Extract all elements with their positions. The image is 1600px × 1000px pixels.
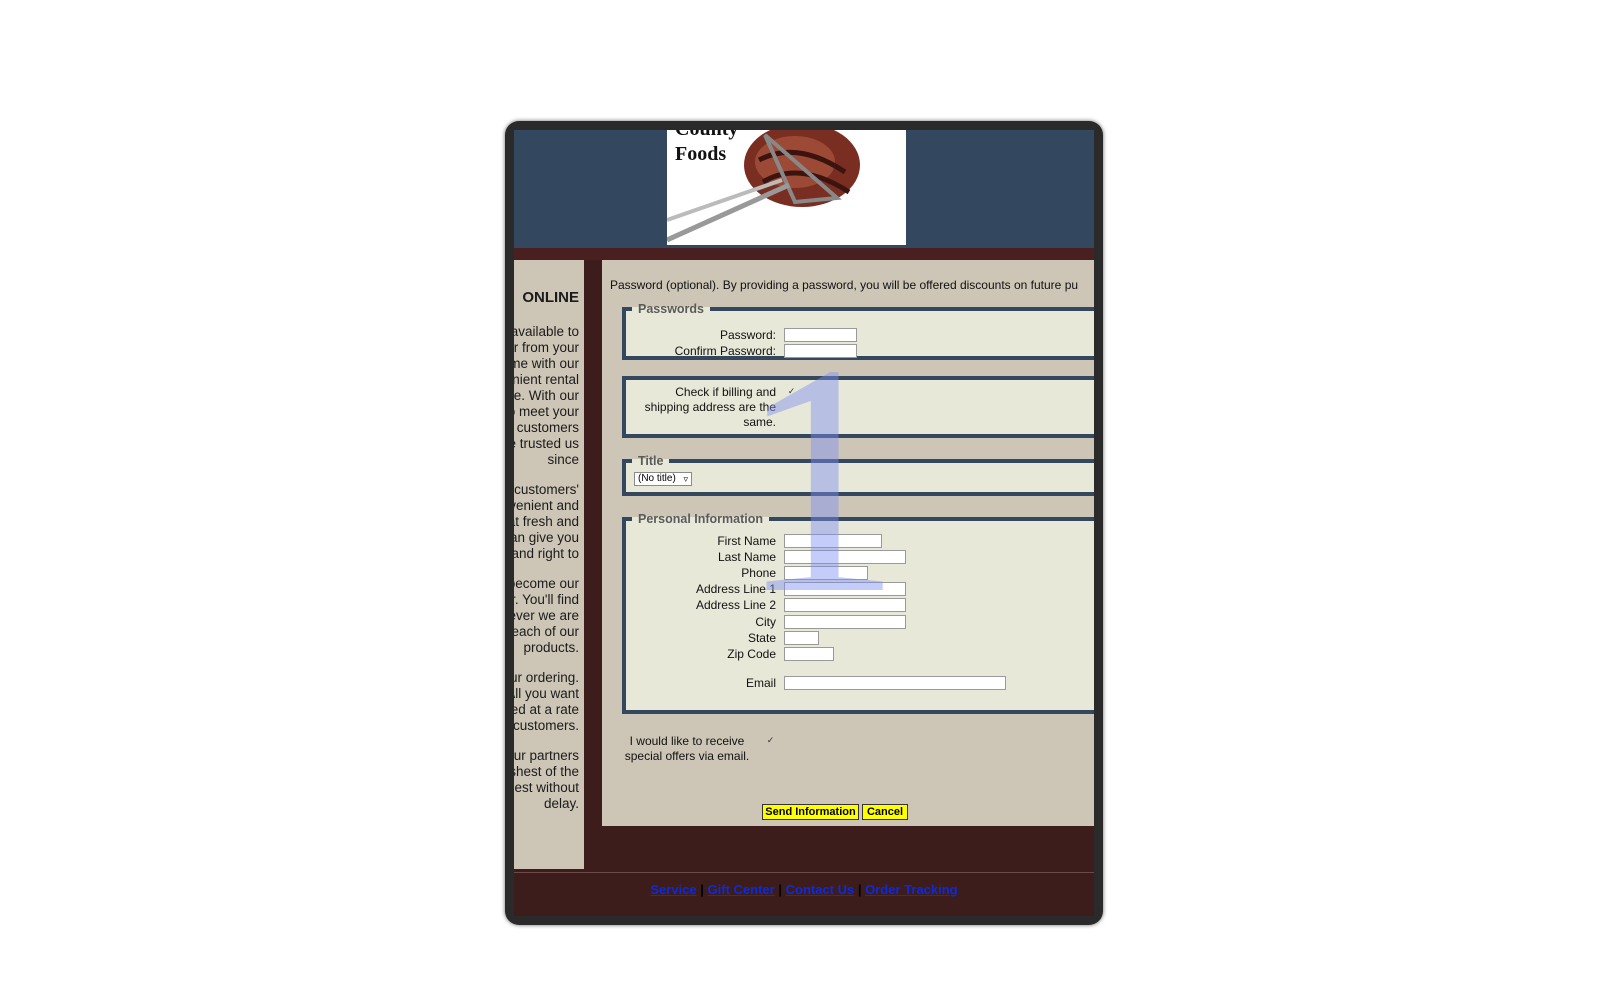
sidebar-content: ONLINE Now available to order from your … <box>514 290 579 826</box>
left-sidebar: ONLINE Now available to order from your … <box>514 260 584 869</box>
billing-label-line2: shipping address are the <box>644 400 776 414</box>
zip-code-label: Zip Code <box>727 647 776 661</box>
title-fieldset: Title (No title) ▿ <box>622 454 1094 496</box>
special-offers-label: I would like to receive special offers v… <box>622 734 752 764</box>
state-input[interactable] <box>784 631 819 645</box>
chevron-down-icon: ▿ <box>683 474 688 484</box>
special-offers-checkbox[interactable]: ✓ <box>765 735 776 746</box>
offers-label-line1: I would like to receive <box>629 734 745 748</box>
billing-same-checkbox[interactable]: ✓ <box>786 386 797 397</box>
password-input[interactable] <box>784 328 857 342</box>
city-label: City <box>755 615 776 629</box>
footer-nav: Service | Gift Center | Contact Us | Ord… <box>514 882 1094 897</box>
footer-separator: | <box>700 882 704 897</box>
footer-link-contact-us[interactable]: Contact Us <box>786 882 855 897</box>
header-band <box>514 248 1094 260</box>
confirm-password-label: Confirm Password: <box>674 344 776 358</box>
personal-info-legend: Personal Information <box>638 512 764 526</box>
email-label: Email <box>745 676 776 690</box>
steak-tongs-icon <box>667 130 860 243</box>
send-information-button[interactable]: Send Information <box>762 804 859 820</box>
cancel-button[interactable]: Cancel <box>862 804 908 820</box>
first-name-input[interactable] <box>784 534 882 548</box>
first-name-label: First Name <box>717 534 776 548</box>
state-label: State <box>747 631 776 645</box>
footer-separator: | <box>857 882 862 897</box>
title-select[interactable]: (No title) ▿ <box>634 472 692 486</box>
phone-label: Phone <box>741 566 776 580</box>
browser-window: County Foods ONLINE Now available to ord… <box>505 121 1103 925</box>
address-line1-label: Address Line 1 <box>695 582 776 596</box>
site-header: County Foods <box>514 130 1094 248</box>
password-label: Password: <box>719 328 776 342</box>
sidebar-paragraph: Our customers' convenient and great fres… <box>514 482 579 561</box>
phone-input[interactable] <box>784 566 868 580</box>
address-line2-input[interactable] <box>784 598 906 612</box>
sidebar-paragraph: Our partners freshest of the freshest wi… <box>514 748 579 811</box>
site-logo[interactable]: County Foods <box>667 130 906 245</box>
passwords-fieldset: Passwords Password: Confirm Password: <box>622 302 1094 360</box>
title-legend: Title <box>638 454 664 468</box>
footer-divider <box>514 872 1094 873</box>
email-input[interactable] <box>784 676 1006 690</box>
offers-label-line2: special offers via email. <box>624 749 750 763</box>
password-intro-text: Password (optional). By providing a pass… <box>610 278 1079 292</box>
footer-link-service[interactable]: Service <box>650 882 696 897</box>
sidebar-paragraph: Now available to order from your home wi… <box>514 324 579 467</box>
billing-label-line3: same. <box>743 415 776 429</box>
personal-info-fieldset: Personal Information First Name Last Nam… <box>622 512 1094 714</box>
last-name-label: Last Name <box>717 550 776 564</box>
sidebar-heading: ONLINE <box>522 289 579 306</box>
confirm-password-input[interactable] <box>784 344 857 358</box>
registration-form: Password (optional). By providing a pass… <box>602 260 1094 826</box>
billing-same-label: Check if billing and shipping address ar… <box>626 385 776 430</box>
zip-code-input[interactable] <box>784 647 834 661</box>
billing-label-line1: Check if billing and <box>675 385 776 399</box>
sidebar-paragraph: You can become our member. You'll find w… <box>514 576 579 655</box>
footer-link-gift-center[interactable]: Gift Center <box>708 882 775 897</box>
title-selected-value: (No title) <box>638 473 676 484</box>
footer-link-order-tracking[interactable]: Order Tracking <box>865 882 957 897</box>
passwords-legend: Passwords <box>638 302 705 316</box>
address-line2-label: Address Line 2 <box>695 598 776 612</box>
sidebar-paragraph: Start your ordering. All you want delive… <box>514 670 579 733</box>
city-input[interactable] <box>784 615 906 629</box>
last-name-input[interactable] <box>784 550 906 564</box>
page-viewport: County Foods ONLINE Now available to ord… <box>514 130 1094 916</box>
billing-fieldset: Check if billing and shipping address ar… <box>622 376 1094 438</box>
address-line1-input[interactable] <box>784 582 906 596</box>
footer-separator: | <box>778 882 782 897</box>
